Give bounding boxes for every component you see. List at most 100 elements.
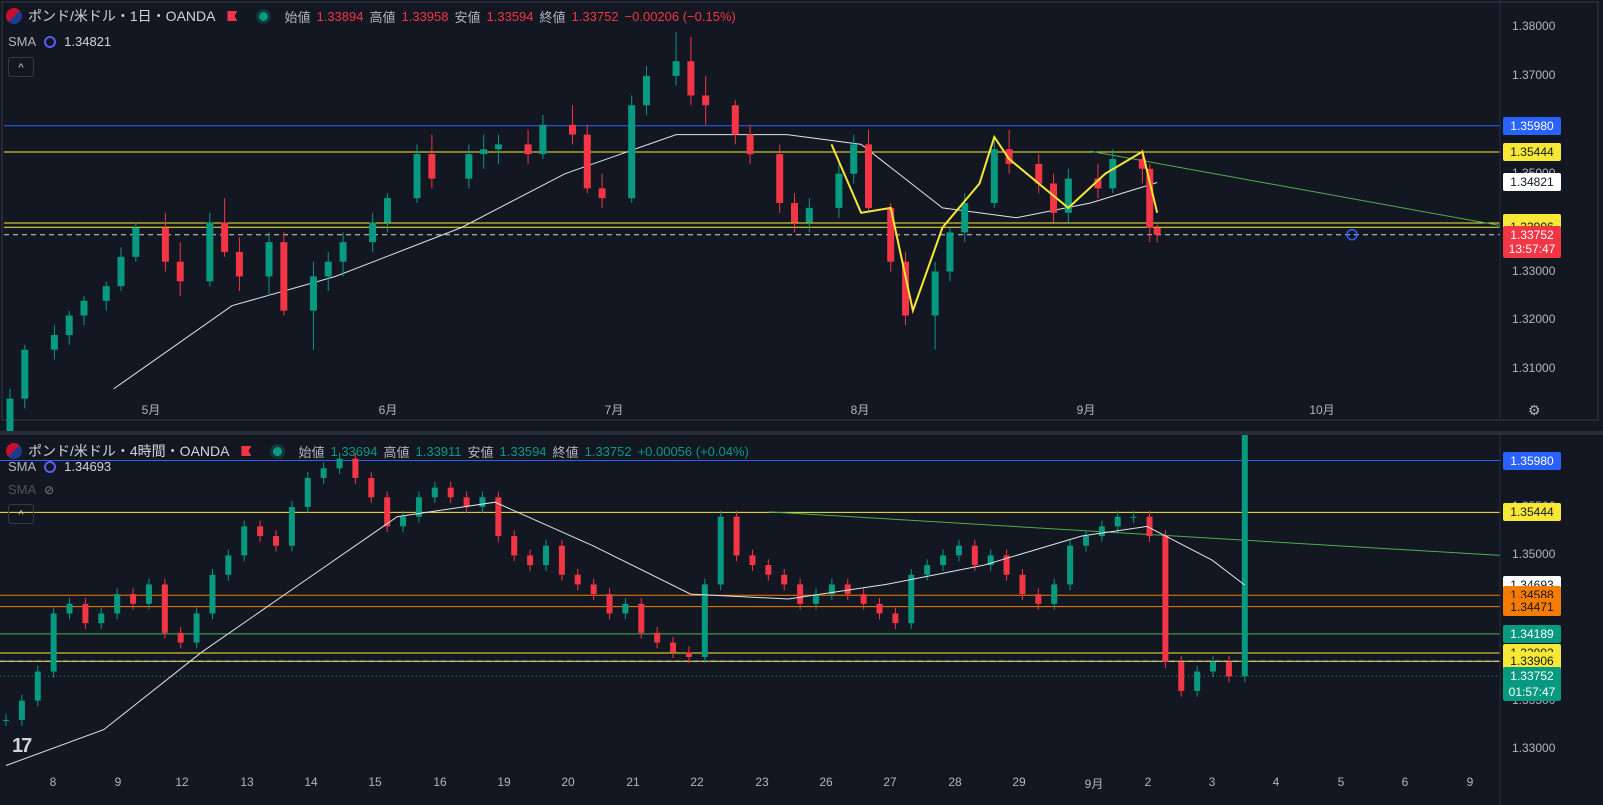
market-status-dot-icon [273, 446, 283, 456]
candle-body [1035, 594, 1042, 604]
close-value: 1.33752 [571, 8, 619, 24]
low-label: 安値 [467, 444, 494, 460]
candle-body [272, 536, 279, 546]
high-value: 1.33958 [401, 8, 449, 24]
candle-body [368, 477, 375, 498]
price-tick-label: 1.35000 [1512, 547, 1556, 562]
candle-body [1114, 516, 1121, 527]
candle-body [940, 555, 947, 566]
candle-body [606, 594, 613, 614]
candle-body [539, 124, 547, 155]
symbol-title[interactable]: ポンド/米ドル・1日・OANDA [28, 6, 215, 26]
candle-body [908, 574, 915, 624]
candle-body [1019, 574, 1026, 595]
candle-body [835, 173, 843, 208]
time-tick-label: 9月 [1076, 403, 1096, 417]
candle-body [1082, 536, 1089, 546]
time-tick-label: 9月 [1084, 777, 1104, 791]
daily-chart-pane[interactable]: ポンド/米ドル・1日・OANDA 始値 1.33894 高値 1.33958 安値 1… [0, 0, 1603, 431]
candle-body [672, 61, 680, 76]
candle-body [1225, 661, 1232, 677]
candle-body [628, 105, 636, 199]
price-axis-label: 1.35444 [1503, 142, 1561, 161]
collapse-legend-button[interactable]: ^ [8, 504, 34, 524]
candle-body [145, 584, 152, 604]
close-label: 終値 [552, 444, 579, 460]
candle-body [844, 584, 851, 595]
candle-body [428, 154, 436, 179]
candle-body [161, 584, 168, 633]
tradingview-logo-icon[interactable]: 17 [12, 735, 32, 758]
candle-body [1146, 168, 1154, 228]
refresh-icon[interactable] [44, 460, 57, 473]
candle-body [225, 555, 232, 575]
candle-body [797, 584, 804, 604]
time-tick-label: 27 [883, 775, 897, 789]
candle-body [1098, 526, 1105, 537]
candle-body [781, 574, 788, 585]
price-axis-label: 1.35444 [1503, 503, 1561, 522]
refresh-icon[interactable] [44, 35, 57, 48]
candle-body [791, 203, 799, 223]
sma-indicator-value: 1.34693 [64, 459, 112, 474]
change-value: +0.00056 (+0.04%) [637, 443, 749, 459]
time-tick-label: 14 [304, 775, 318, 789]
daily-chart-canvas[interactable] [0, 0, 1603, 431]
plot-background [0, 0, 1603, 431]
candle-body [193, 613, 200, 643]
candle-body [339, 242, 347, 262]
candle-body [670, 642, 677, 653]
candle-body [209, 574, 216, 614]
time-tick-label: 3 [1208, 775, 1216, 789]
price-axis-label: 13:57:47 [1503, 240, 1561, 258]
high-label: 高値 [369, 9, 396, 25]
candle-body [961, 203, 969, 233]
candle-body [931, 271, 939, 316]
price-tick-label: 1.33000 [1512, 263, 1556, 278]
candle-body [746, 134, 754, 155]
change-value: −0.00206 (−0.15%) [624, 8, 736, 24]
gbpusd-flag-icon [6, 443, 22, 459]
settings-gear-icon[interactable]: ⚙ [1528, 402, 1541, 419]
sma-indicator-name: SMA [8, 34, 37, 49]
h4-chart-pane[interactable]: ポンド/米ドル・4時間・OANDA 始値 1.33694 高値 1.33911 安値… [0, 435, 1603, 805]
sma-indicator-value: 1.34821 [64, 34, 112, 49]
candle-body [161, 227, 169, 262]
candle-body [465, 154, 473, 179]
candle-body [98, 613, 105, 624]
eye-hidden-icon[interactable]: ⊘ [44, 483, 54, 497]
candle-body [235, 251, 243, 277]
candle-body [865, 144, 873, 208]
symbol-title[interactable]: ポンド/米ドル・4時間・OANDA [28, 441, 229, 461]
candle-body [34, 671, 41, 701]
time-tick-label: 28 [948, 775, 962, 789]
time-tick-label: 22 [690, 775, 704, 789]
time-tick-label: 8 [49, 775, 57, 789]
candle-body [480, 149, 488, 155]
candle-body [955, 545, 962, 556]
close-value: 1.33752 [584, 443, 632, 459]
candle-body [206, 222, 214, 282]
sma-indicator-row[interactable]: SMA 1.34821 [8, 34, 111, 49]
h4-chart-canvas[interactable] [0, 435, 1603, 805]
time-tick-label: 5 [1337, 775, 1345, 789]
candle-body [463, 497, 470, 507]
low-label: 安値 [454, 9, 481, 25]
daily-legend: ポンド/米ドル・1日・OANDA 始値 1.33894 高値 1.33958 安値 1… [6, 6, 736, 26]
h4-legend: ポンド/米ドル・4時間・OANDA 始値 1.33694 高値 1.33911 安値… [6, 441, 749, 461]
open-value: 1.33694 [330, 443, 378, 459]
candle-body [642, 75, 650, 106]
candle-body [598, 188, 606, 199]
time-tick-label: 23 [755, 775, 769, 789]
sma-indicator-row[interactable]: SMA 1.34693 [8, 459, 111, 474]
sma-hidden-indicator-row[interactable]: SMA ⊘ [8, 482, 54, 497]
low-value: 1.33594 [486, 8, 534, 24]
candle-body [320, 468, 327, 478]
time-tick-label: 13 [240, 775, 254, 789]
candle-body [1241, 435, 1248, 677]
candle-body [717, 516, 724, 585]
collapse-legend-button[interactable]: ^ [8, 57, 34, 77]
candle-body [413, 154, 421, 199]
candle-body [447, 487, 454, 498]
candle-body [749, 555, 756, 566]
